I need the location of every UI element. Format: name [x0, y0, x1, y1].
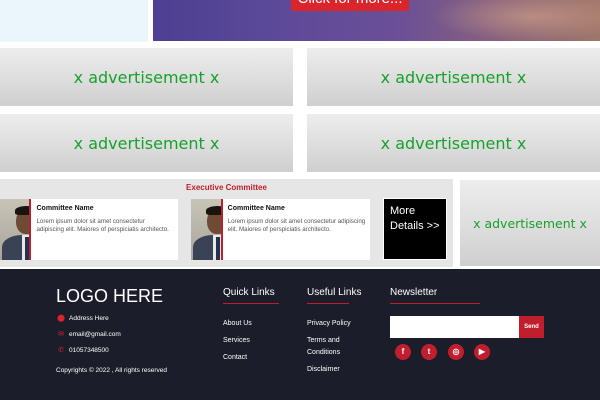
- newsletter-heading: Newsletter: [390, 287, 438, 298]
- contact-email: ✉ email@gmail.com: [57, 330, 121, 339]
- contact-phone: ✆ 01057348500: [57, 346, 109, 355]
- member-photo: [191, 199, 223, 260]
- useful-links-divider: [307, 303, 349, 304]
- advertisement-label: x advertisement x: [380, 133, 527, 153]
- footer-logo[interactable]: LOGO HERE: [56, 286, 163, 307]
- useful-links-heading: Useful Links: [307, 287, 362, 298]
- page: Click for more... x advertisement x x ad…: [0, 0, 600, 400]
- newsletter-divider: [390, 303, 480, 304]
- quick-links-divider: [223, 303, 279, 304]
- committee-card[interactable]: Committee Name Lorem ipsum dolor sit ame…: [191, 199, 370, 260]
- location-pin-icon: ⬤: [57, 315, 65, 322]
- quick-links-heading: Quick Links: [223, 287, 275, 298]
- envelope-icon: ✉: [58, 331, 64, 338]
- youtube-icon[interactable]: ▶: [474, 344, 490, 360]
- member-photo: [0, 199, 32, 260]
- instagram-icon[interactable]: ◎: [448, 344, 464, 360]
- hero-image: [430, 0, 600, 41]
- advertisement-slot[interactable]: x advertisement x: [307, 114, 600, 172]
- footer-link-contact[interactable]: Contact: [223, 352, 247, 364]
- email-text[interactable]: email@gmail.com: [69, 331, 121, 338]
- advertisement-slot[interactable]: x advertisement x: [307, 48, 600, 106]
- contact-address: ⬤ Address Here: [57, 314, 109, 323]
- advertisement-label: x advertisement x: [73, 133, 220, 153]
- footer-link-privacy-policy[interactable]: Privacy Policy: [307, 318, 351, 330]
- advertisement-slot[interactable]: x advertisement x: [0, 114, 293, 172]
- footer-link-disclaimer[interactable]: Disclaimer: [307, 364, 340, 376]
- facebook-icon[interactable]: f: [395, 344, 411, 360]
- member-description: Lorem ipsum dolor sit amet consectetur a…: [227, 218, 366, 233]
- member-name: Committee Name: [36, 205, 94, 212]
- advertisement-label: x advertisement x: [380, 67, 527, 87]
- click-for-more-button[interactable]: Click for more...: [291, 0, 409, 11]
- footer-link-terms[interactable]: Terms and Conditions: [307, 335, 355, 359]
- footer-link-services[interactable]: Services: [223, 335, 250, 347]
- member-name: Committee Name: [227, 205, 285, 212]
- hero-banner: Click for more...: [153, 0, 600, 41]
- advertisement-label: x advertisement x: [73, 67, 220, 87]
- send-button[interactable]: Send: [519, 316, 544, 338]
- advertisement-slot[interactable]: x advertisement x: [0, 48, 293, 106]
- committee-card[interactable]: Committee Name Lorem ipsum dolor sit ame…: [0, 199, 178, 260]
- copyright-text: Copyrights © 2022 , All rights reserved: [56, 367, 168, 374]
- member-description: Lorem ipsum dolor sit amet consectetur a…: [36, 218, 169, 233]
- advertisement-label: x advertisement x: [473, 215, 587, 231]
- newsletter-email-input[interactable]: [390, 316, 519, 338]
- phone-text[interactable]: 01057348500: [69, 347, 109, 354]
- committee-title: Executive Committee: [186, 183, 267, 192]
- phone-icon: ✆: [58, 347, 64, 354]
- more-details-button[interactable]: More Details >>: [383, 198, 447, 260]
- address-text: Address Here: [69, 314, 109, 322]
- top-left-panel: [0, 0, 148, 42]
- advertisement-slot[interactable]: x advertisement x: [460, 180, 600, 266]
- footer-link-about-us[interactable]: About Us: [223, 318, 252, 330]
- twitter-icon[interactable]: t: [421, 344, 437, 360]
